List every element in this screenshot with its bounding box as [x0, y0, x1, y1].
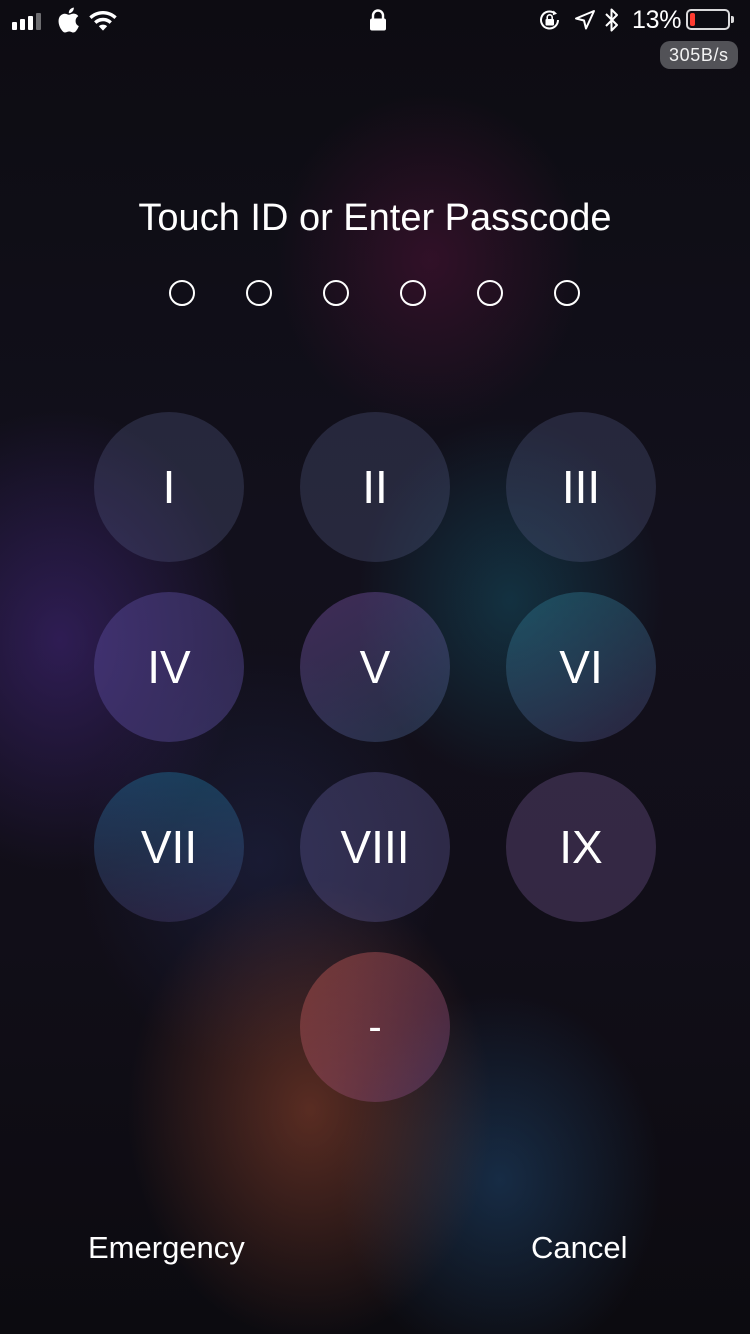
keypad-key-9[interactable]: IX: [506, 772, 656, 922]
passcode-dot: [169, 280, 195, 306]
rotation-lock-icon: [540, 10, 559, 30]
keypad-key-4[interactable]: IV: [94, 592, 244, 742]
passcode-dot: [323, 280, 349, 306]
passcode-dot: [246, 280, 272, 306]
cancel-button[interactable]: Cancel: [531, 1228, 628, 1268]
keypad-key-0[interactable]: -: [300, 952, 450, 1102]
key-label: II: [362, 461, 388, 513]
bluetooth-icon: [605, 8, 618, 32]
battery-level: [690, 13, 695, 26]
battery-icon: [686, 9, 734, 30]
key-label: I: [162, 461, 176, 513]
signal-bars-icon: [12, 10, 41, 30]
net-speed-badge: 305B/s: [660, 41, 738, 69]
key-label: VIII: [340, 821, 410, 873]
apple-icon: [58, 7, 79, 33]
keypad-key-6[interactable]: VI: [506, 592, 656, 742]
passcode-dot: [554, 280, 580, 306]
passcode-prompt: Touch ID or Enter Passcode: [138, 197, 612, 239]
keypad-key-1[interactable]: I: [94, 412, 244, 562]
status-bar: 13% 305B/s: [0, 0, 750, 69]
passcode-dots: [169, 280, 581, 306]
lock-screen: 13% 305B/s Touch ID or Enter Passcode I …: [0, 0, 750, 1334]
wifi-icon: [89, 11, 117, 31]
key-label: -: [368, 1005, 382, 1049]
key-label: VII: [140, 821, 198, 873]
key-label: VI: [559, 641, 603, 693]
emergency-button[interactable]: Emergency: [88, 1228, 245, 1268]
keypad-key-5[interactable]: V: [300, 592, 450, 742]
key-label: IX: [559, 821, 603, 873]
lock-icon: [370, 9, 386, 31]
passcode-dot: [477, 280, 503, 306]
key-label: V: [359, 641, 391, 693]
location-arrow-icon: [575, 10, 595, 30]
passcode-dot: [400, 280, 426, 306]
keypad-key-7[interactable]: VII: [94, 772, 244, 922]
keypad-key-2[interactable]: II: [300, 412, 450, 562]
battery-percent: 13%: [632, 6, 682, 34]
keypad-key-3[interactable]: III: [506, 412, 656, 562]
key-label: III: [561, 461, 601, 513]
keypad-key-8[interactable]: VIII: [300, 772, 450, 922]
key-label: IV: [147, 641, 191, 693]
